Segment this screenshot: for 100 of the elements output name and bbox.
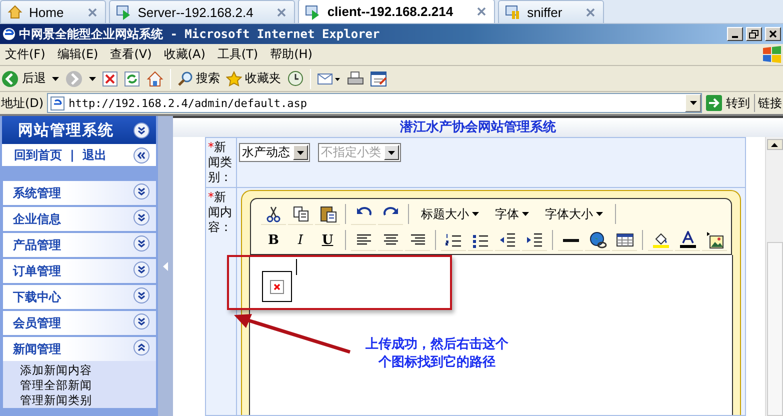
image-icon[interactable] [706,230,724,248]
field-label: *新闻内容： [206,188,237,415]
address-label: 地址(D) [1,94,44,112]
go-button[interactable]: 转到 [705,94,755,112]
close-icon[interactable] [586,8,596,16]
broken-image-icon [262,271,292,302]
menu-item[interactable]: 文件(F) [2,46,54,63]
arrow-right-icon [705,94,723,112]
table-icon[interactable] [616,230,634,248]
restore-button[interactable] [746,27,762,41]
links-label[interactable]: 链接 [758,94,782,112]
home-link[interactable]: 回到首页 [14,146,62,164]
windows-logo-icon [761,44,783,64]
address-field[interactable]: http://192.168.2.4/admin/default.asp [46,93,702,113]
format-dropdown[interactable]: 字体大小 [538,203,610,225]
caret-icon [472,212,479,216]
text-cursor [296,259,297,275]
caret-icon [89,76,96,80]
close-icon[interactable] [277,8,286,16]
sidebar-section[interactable]: 会员管理 [3,311,156,335]
collapse-icon[interactable] [133,146,150,164]
sidebar-section[interactable]: 新闻管理 [3,337,156,361]
caret-icon [388,150,395,154]
clock-icon[interactable] [287,70,304,87]
scissors-icon[interactable] [264,204,282,222]
expand-icon[interactable] [133,313,150,330]
expand-icon[interactable] [133,209,150,226]
format-dropdown[interactable]: 标题大小 [414,203,486,225]
expand-icon[interactable] [133,261,150,278]
caret-icon [690,101,696,105]
sidebar-section[interactable]: 下载中心 [3,285,156,309]
expand-icon[interactable] [133,287,150,304]
browser-tab[interactable]: Server--192.168.2.4 [108,0,296,23]
pause-icon [505,4,522,20]
expand-icon[interactable] [133,235,150,252]
menu-item[interactable]: 编辑(E) [54,46,108,63]
scrollbar[interactable] [765,137,783,416]
menu-item[interactable]: 工具(T) [214,46,268,63]
menu-item[interactable]: 帮助(H) [267,46,322,63]
browser-tab[interactable]: client--192.168.2.214 [298,0,496,23]
caret-icon [522,212,529,216]
sidebar-section[interactable]: 系统管理 [3,181,156,205]
format-button[interactable]: B [261,229,286,251]
document-edit-icon[interactable] [370,70,388,86]
indent-icon[interactable] [526,230,544,248]
caret-icon [52,76,59,80]
close-icon[interactable] [88,8,97,16]
field-label: *新闻类别： [206,138,237,187]
page-title: 潜江水产协会网站管理系统 [173,118,783,137]
globe-icon[interactable] [588,230,606,248]
collapse-icon[interactable] [133,122,150,138]
callout-text: 个图标找到它的路径 [378,354,496,372]
sidebar-section[interactable]: 产品管理 [3,233,156,257]
play-icon [305,4,322,20]
format-button[interactable]: U [315,229,340,251]
callout-text: 上传成功，然后右击这个 [366,336,508,354]
browser-tab[interactable]: Home [0,0,106,23]
format-dropdown[interactable]: 字体 [488,203,536,225]
printer-icon[interactable] [347,70,364,86]
restore-icon [749,30,759,38]
toolbar-button[interactable]: 搜索 [177,70,220,87]
close-icon [769,30,777,38]
copy-icon[interactable] [292,204,310,222]
browser-logo-icon [2,27,16,41]
submenu-item[interactable]: 管理全部新闻 [20,378,156,393]
clipboard-icon[interactable] [318,204,336,222]
search-icon [177,70,193,86]
stop-icon [102,70,118,86]
collapse-icon[interactable] [133,339,150,356]
toolbar-button[interactable]: 收藏夹 [226,70,281,87]
menu-item[interactable]: 查看(V) [107,46,161,63]
caret-icon [297,150,304,154]
close-icon[interactable] [477,7,486,16]
logout-link[interactable]: 退出 [82,146,106,164]
category-select[interactable]: 水产动态 [239,143,310,162]
house-icon [7,4,23,20]
play-icon [116,4,132,20]
toolbar-button[interactable]: 后退 [1,70,46,88]
caret-up-icon [771,142,778,147]
outdent-icon[interactable] [498,230,516,248]
window-title: 中网景全能型企业网站系统 - Microsoft Internet Explorer [19,26,381,42]
minimize-button[interactable] [727,27,743,41]
paint-bucket-icon[interactable] [652,230,670,248]
format-button[interactable]: I [288,229,313,251]
font-color-icon[interactable] [678,230,696,248]
refresh-icon [124,70,140,86]
sidebar-section[interactable]: 企业信息 [3,207,156,231]
browser-tab[interactable]: sniffer [498,0,604,23]
sidebar-title: 网站管理系统 [18,120,114,140]
submenu-item[interactable]: 添加新闻内容 [20,363,156,378]
editor-area[interactable] [249,255,733,415]
star-icon [226,70,242,86]
submenu-item[interactable]: 管理新闻类别 [20,393,156,408]
house-icon[interactable] [146,70,164,88]
expand-icon[interactable] [133,183,150,200]
menu-item[interactable]: 收藏(A) [160,46,214,63]
close-button[interactable] [765,27,781,41]
sidebar-section[interactable]: 订单管理 [3,259,156,283]
page-icon [50,96,65,110]
envelope-icon[interactable] [317,70,341,86]
